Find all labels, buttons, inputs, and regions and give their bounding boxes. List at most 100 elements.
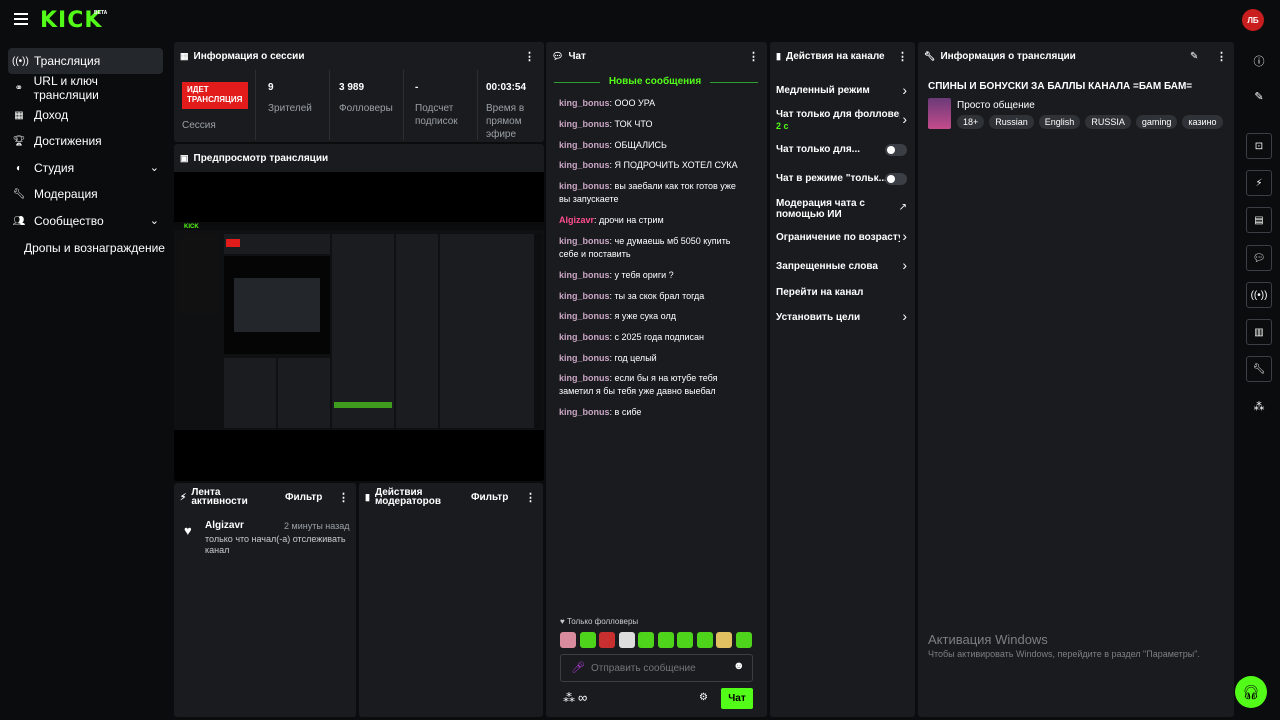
emote-icon[interactable] — [677, 632, 693, 648]
chat-input[interactable] — [591, 660, 731, 676]
sidebar-item-drops[interactable]: Дропы и вознаграждение — [20, 235, 175, 261]
user-avatar[interactable]: ЛБ — [1242, 9, 1264, 31]
panel-header: ▣ Предпросмотр трансляции — [174, 144, 544, 172]
support-button[interactable]: 🎧︎ — [1235, 676, 1267, 708]
preview-video[interactable]: KICK — [174, 222, 544, 430]
more-options-icon[interactable]: ⋮ — [897, 50, 908, 63]
chevron-right-icon: › — [902, 82, 907, 98]
infinity-icon[interactable]: ∞ — [578, 690, 587, 705]
chat-username[interactable]: king_bonus — [559, 98, 610, 108]
lightning-icon: ⚡︎ — [180, 491, 187, 502]
chat-username[interactable]: king_bonus — [559, 270, 610, 280]
sidebar-item-studio[interactable]: ◐ Студия ⌄ — [8, 155, 163, 181]
followers-only-item[interactable]: Чат только для фолловер — [776, 109, 900, 120]
people-icon: 👥︎ — [12, 215, 26, 227]
more-options-icon[interactable]: ⋮ — [338, 491, 349, 504]
pencil-icon[interactable]: ✎ — [1190, 51, 1198, 62]
emoji-icon[interactable]: ☻ — [733, 660, 745, 672]
send-chat-button[interactable]: Чат — [721, 688, 753, 709]
chat-username[interactable]: king_bonus — [559, 332, 610, 342]
chat-username[interactable]: king_bonus — [559, 160, 610, 170]
action-label: Запрещенные слова — [776, 261, 878, 272]
chat-message: king_bonus: ООО УРА — [559, 98, 656, 108]
points-icon[interactable]: ⁂ — [563, 691, 575, 705]
chat-input-box[interactable]: 🎤︎ ☻ — [560, 654, 753, 682]
stat-label: Время в прямом эфире — [486, 103, 525, 140]
set-goals-item[interactable]: Установить цели — [776, 312, 912, 323]
chart-icon: ▦ — [180, 50, 189, 61]
chat-username[interactable]: king_bonus — [559, 236, 610, 246]
chat-username[interactable]: king_bonus — [559, 181, 610, 191]
emote-icon[interactable] — [696, 632, 713, 648]
action-label: Перейти на канал — [776, 287, 864, 298]
chat-username[interactable]: king_bonus — [559, 291, 610, 301]
channel-actions-panel: ▮ Действия на канале ⋮ Медленный режим ›… — [770, 42, 915, 717]
category-name[interactable]: Просто общение — [957, 100, 1035, 111]
emote-icon[interactable] — [716, 632, 732, 648]
action-label: Ограничение по возрасту — [776, 232, 900, 243]
points-icon[interactable]: ⁂ — [1252, 400, 1266, 414]
lightning-icon[interactable]: ⚡︎ — [1246, 170, 1272, 196]
emote-icon[interactable] — [579, 632, 596, 648]
chat-username[interactable]: king_bonus — [559, 119, 610, 129]
chat-username[interactable]: Algizavr — [559, 215, 594, 225]
screen-capture-icon[interactable]: ⊡ — [1246, 133, 1272, 159]
pencil-icon[interactable]: ✎ — [1252, 90, 1266, 104]
chat-username[interactable]: king_bonus — [559, 407, 610, 417]
sidebar-item-moderation[interactable]: 🔧︎ Модерация — [8, 181, 163, 207]
sidebar-item-broadcast[interactable]: ((•)) Трансляция — [8, 48, 163, 74]
gear-icon[interactable]: ⚙︎ — [699, 692, 708, 703]
chat-message: king_bonus: ОБЩАЛИСЬ — [559, 140, 667, 150]
filter-button[interactable]: Фильтр — [471, 492, 508, 503]
sidebar-item-income[interactable]: ▦ Доход — [8, 102, 163, 128]
sidebar-item-label: Модерация — [34, 187, 98, 201]
more-options-icon[interactable]: ⋮ — [748, 50, 759, 63]
tag: 18+ — [957, 115, 985, 129]
wrench-icon[interactable]: 🔧︎ — [1246, 356, 1272, 382]
subscribers-only-toggle[interactable] — [885, 144, 907, 156]
chat-text: год целый — [614, 353, 657, 363]
panel-header: ▮ Действия модераторов Фильтр — [359, 484, 543, 510]
filter-button[interactable]: Фильтр — [285, 492, 322, 503]
windows-text: Чтобы активировать Windows, перейдите в … — [928, 649, 1200, 659]
activity-user[interactable]: Algizavr — [205, 520, 244, 531]
more-options-icon[interactable]: ⋮ — [524, 50, 535, 63]
chat-username[interactable]: king_bonus — [559, 311, 610, 321]
notes-icon[interactable]: ▤ — [1246, 207, 1272, 233]
category-thumbnail — [928, 98, 951, 129]
emote-icon[interactable] — [618, 632, 635, 648]
slow-mode-item[interactable]: Медленный режим — [776, 85, 912, 96]
chat-username[interactable]: king_bonus — [559, 140, 610, 150]
sidebar-item-label: Достижения — [34, 134, 102, 148]
top-bar: KICK BETA ЛБ — [0, 0, 1280, 40]
emote-icon[interactable] — [735, 632, 752, 648]
sidebar-item-community[interactable]: 👥︎ Сообщество ⌄ — [8, 208, 163, 234]
menu-icon[interactable] — [14, 13, 28, 25]
info-icon[interactable]: ⓘ — [1252, 53, 1266, 68]
windows-activation-watermark: Активация Windows Чтобы активировать Win… — [928, 632, 1200, 659]
sidebar-item-achievements[interactable]: 🏆︎ Достижения — [8, 128, 163, 154]
ai-moderation-item[interactable]: Модерация чата с помощью ИИ — [776, 198, 886, 220]
emote-icon[interactable] — [657, 632, 674, 648]
panel-header: ▮ Действия на канале — [770, 42, 915, 70]
broadcast-icon[interactable]: ((•)) — [1246, 282, 1272, 308]
panel-header: 💬︎ Чат — [546, 42, 767, 70]
emote-icon[interactable] — [638, 632, 654, 648]
more-options-icon[interactable]: ⋮ — [1216, 50, 1227, 63]
emote-icon[interactable] — [560, 632, 576, 648]
sidebar-item-url-key[interactable]: ⚭ URL и ключ трансляции — [8, 74, 163, 102]
action-label: Установить цели — [776, 312, 861, 323]
emote-only-toggle[interactable] — [885, 173, 907, 185]
chat-icon[interactable]: 💬︎ — [1246, 245, 1272, 271]
panel-title: Информация о трансляции — [940, 50, 1076, 62]
chat-username[interactable]: king_bonus — [559, 353, 610, 363]
banned-words-item[interactable]: Запрещенные слова — [776, 261, 912, 272]
microphone-icon[interactable]: 🎤︎ — [571, 661, 585, 674]
chat-username[interactable]: king_bonus — [559, 373, 610, 383]
go-to-channel-item[interactable]: Перейти на канал — [776, 287, 912, 298]
chat-message: king_bonus: у тебя ориги ? — [559, 270, 674, 280]
layout-icon[interactable]: ▥ — [1246, 319, 1272, 345]
age-restriction-item[interactable]: Ограничение по возрасту — [776, 232, 900, 243]
more-options-icon[interactable]: ⋮ — [525, 491, 536, 504]
emote-icon[interactable] — [599, 632, 615, 648]
